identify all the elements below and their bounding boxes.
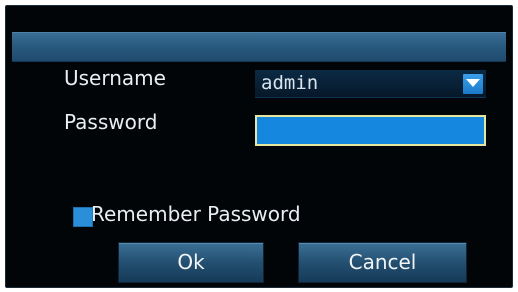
title-bar [12,32,506,62]
ok-button[interactable]: Ok [118,242,264,283]
username-select[interactable]: admin [255,70,486,98]
login-dialog: Username admin Password Remember Passwor… [5,5,513,288]
remember-label[interactable]: Remember Password [91,202,301,226]
username-label: Username [64,66,166,90]
password-input[interactable] [255,115,486,146]
cancel-button[interactable]: Cancel [298,242,467,283]
chevron-down-icon [466,79,480,87]
remember-checkbox[interactable] [73,207,93,227]
password-label: Password [64,110,158,134]
dropdown-button[interactable] [463,74,483,94]
username-value: admin [261,72,319,94]
